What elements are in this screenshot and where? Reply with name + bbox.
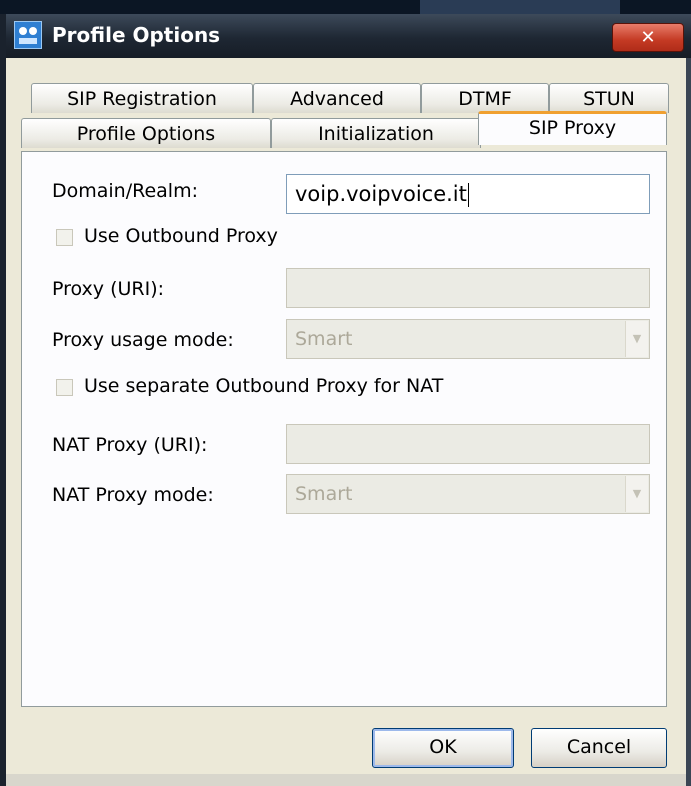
background-window-strip [0,0,691,14]
nat-proxy-mode-select[interactable]: Smart ▼ [286,474,650,514]
chevron-down-icon[interactable]: ▼ [625,321,648,357]
domain-realm-value: voip.voipvoice.it [295,182,467,206]
domain-realm-label: Domain/Realm: [52,180,198,202]
proxy-usage-mode-label: Proxy usage mode: [52,329,234,351]
use-separate-nat-proxy-checkbox[interactable] [56,379,73,396]
use-separate-nat-proxy-label: Use separate Outbound Proxy for NAT [84,375,444,397]
tab-dtmf[interactable]: DTMF [421,83,549,113]
window-bottom-strip [6,774,686,786]
proxy-uri-input[interactable] [286,268,650,308]
title-bar[interactable]: Profile Options ✕ [6,14,691,58]
use-outbound-proxy-checkbox[interactable] [56,229,73,246]
tab-sip-proxy[interactable]: SIP Proxy [478,111,667,145]
tab-initialization[interactable]: Initialization [271,118,481,148]
window-title: Profile Options [52,23,221,47]
domain-realm-input[interactable]: voip.voipvoice.it [286,174,650,214]
nat-proxy-uri-input[interactable] [286,424,650,464]
proxy-usage-mode-select[interactable]: Smart ▼ [286,319,650,359]
nat-proxy-uri-label: NAT Proxy (URI): [52,434,208,456]
nat-proxy-mode-value: Smart [295,483,353,505]
proxy-usage-mode-value: Smart [295,328,353,350]
proxy-uri-label: Proxy (URI): [52,278,165,300]
chevron-down-icon[interactable]: ▼ [625,476,648,512]
use-outbound-proxy-label: Use Outbound Proxy [84,225,278,247]
window-right-border [686,58,691,786]
tab-sip-registration[interactable]: SIP Registration [31,83,253,113]
text-cursor [467,183,469,207]
close-button[interactable]: ✕ [612,23,684,52]
tab-stun[interactable]: STUN [549,83,669,113]
cancel-button[interactable]: Cancel [531,728,667,768]
app-logo-icon [14,21,42,49]
nat-proxy-mode-label: NAT Proxy mode: [52,484,214,506]
close-icon: ✕ [640,27,656,48]
ok-button[interactable]: OK [372,728,514,768]
tab-profile-options[interactable]: Profile Options [21,118,271,148]
tab-advanced[interactable]: Advanced [253,83,421,113]
